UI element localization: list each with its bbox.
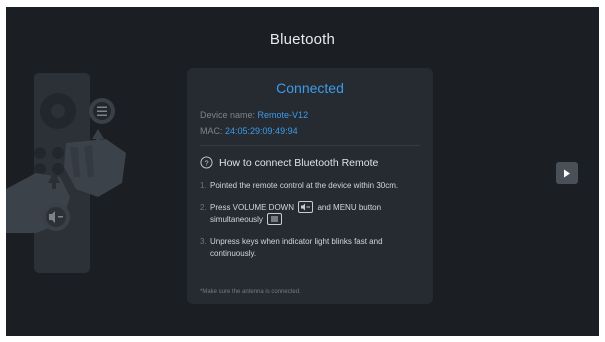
menu-icon — [267, 213, 283, 226]
mac-value: 24:05:29:09:49:94 — [225, 126, 298, 136]
howto-title: How to connect Bluetooth Remote — [219, 156, 379, 169]
device-name-value: Remote-V12 — [257, 110, 309, 120]
bluetooth-info-card: Connected Device name: Remote-V12 MAC: 2… — [187, 68, 433, 304]
step-text: Unpress keys when indicator light blinks… — [210, 237, 383, 258]
page-title: Bluetooth — [269, 31, 336, 48]
next-button[interactable] — [556, 162, 578, 184]
menu-icon — [89, 98, 115, 124]
howto-heading: ? How to connect Bluetooth Remote — [200, 156, 378, 169]
divider — [200, 145, 420, 146]
step-number: 3. — [200, 237, 207, 246]
play-icon — [564, 169, 570, 177]
device-name-row: Device name: Remote-V12 — [200, 110, 308, 120]
step-text-part: simultaneously — [210, 215, 263, 225]
step-number: 1. — [200, 181, 207, 190]
step-2: 2. Press VOLUME DOWN and MENU button sim… — [200, 201, 426, 226]
bluetooth-screen: Bluetooth Connected Device name: Remote-… — [6, 7, 599, 336]
step-1: 1. Pointed the remote control at the dev… — [200, 180, 426, 192]
step-text-part: and MENU button — [317, 203, 382, 213]
volume-down-icon — [42, 203, 70, 231]
remote-pairing-illustration — [6, 73, 126, 273]
step-text-part: Press VOLUME DOWN — [210, 203, 295, 213]
step-text: Press VOLUME DOWN and MENU button simult… — [210, 201, 426, 226]
connection-status: Connected — [276, 80, 344, 96]
antenna-note: *Make sure the antenna is connected. — [200, 289, 301, 295]
step-text: Pointed the remote control at the device… — [210, 181, 399, 190]
mac-row: MAC: 24:05:29:09:49:94 — [200, 126, 298, 136]
device-name-label: Device name: — [200, 110, 256, 120]
question-circle-icon: ? — [200, 156, 213, 169]
volume-down-icon — [298, 201, 314, 213]
step-number: 2. — [200, 203, 207, 212]
step-3: 3. Unpress keys when indicator light bli… — [200, 236, 426, 260]
svg-text:?: ? — [204, 158, 208, 167]
mac-label: MAC: — [200, 126, 223, 136]
